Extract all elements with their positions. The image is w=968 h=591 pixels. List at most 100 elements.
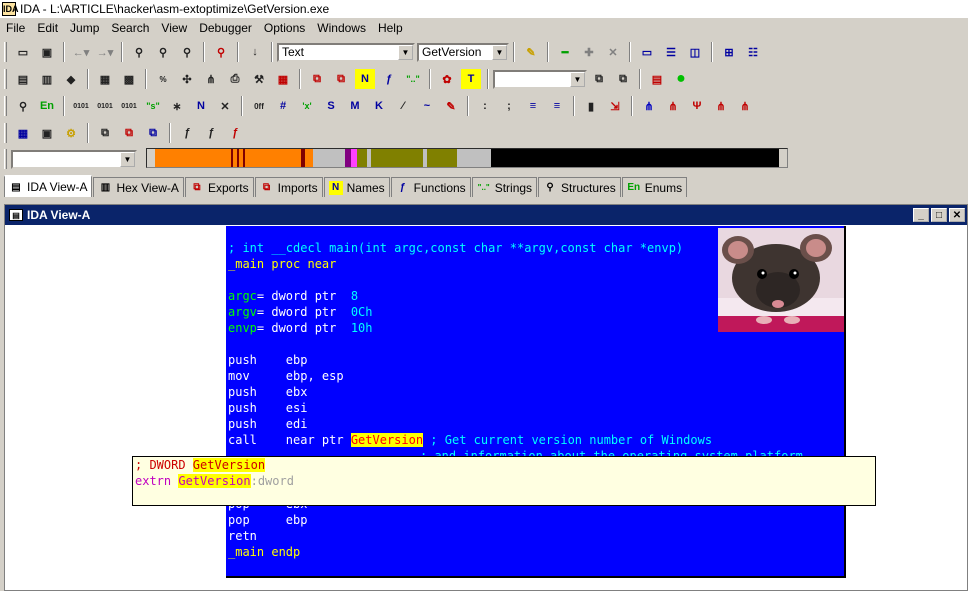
menu-options[interactable]: Options: [258, 21, 311, 35]
char-icon[interactable]: 'x': [297, 96, 317, 116]
toolbar-grip[interactable]: [4, 42, 7, 62]
segment-combo[interactable]: Text ▼: [277, 42, 415, 62]
hex-view-icon[interactable]: ▥: [37, 69, 57, 89]
minimize-button[interactable]: _: [913, 208, 929, 222]
print-icon[interactable]: ⎙: [225, 69, 245, 89]
window-split-icon[interactable]: ◫: [685, 42, 705, 62]
forward-icon[interactable]: →▾: [95, 42, 115, 62]
function-icon[interactable]: ƒ: [177, 123, 197, 143]
minus-icon[interactable]: ━: [555, 42, 575, 62]
menu-search[interactable]: Search: [105, 21, 155, 35]
chevron-down-icon[interactable]: ▼: [492, 44, 507, 60]
menu-help[interactable]: Help: [372, 21, 409, 35]
star-icon[interactable]: ∗: [167, 96, 187, 116]
tab-names[interactable]: N Names: [323, 177, 390, 197]
bookmark-delete-icon[interactable]: ⧉: [613, 69, 633, 89]
tab-enums[interactable]: En Enums: [621, 177, 688, 197]
diamond-icon[interactable]: ◆: [61, 69, 81, 89]
plus-icon[interactable]: ✚: [579, 42, 599, 62]
layout-icon[interactable]: ▩: [119, 69, 139, 89]
graph-xrefs-icon[interactable]: Ψ: [687, 96, 707, 116]
repeat-comment-icon[interactable]: ≡: [547, 96, 567, 116]
endp-label[interactable]: _main: [228, 545, 264, 559]
flow-chart-icon[interactable]: ⇲: [605, 96, 625, 116]
argc-var[interactable]: argc: [228, 289, 257, 303]
text-view-icon[interactable]: ▤: [13, 69, 33, 89]
toolbar-grip[interactable]: [4, 96, 7, 116]
graph-red-icon[interactable]: ⋔: [663, 96, 683, 116]
names-icon[interactable]: N: [355, 69, 375, 89]
ida-view-titlebar[interactable]: ▤ IDA View-A _ □ ✕: [5, 205, 967, 225]
hash-icon[interactable]: #: [273, 96, 293, 116]
name-n-icon[interactable]: N: [191, 96, 211, 116]
chevron-down-icon[interactable]: ▼: [120, 151, 135, 167]
tilde-icon[interactable]: ~: [417, 96, 437, 116]
x-arrows-icon[interactable]: ✣: [177, 69, 197, 89]
strings-icon[interactable]: "..": [403, 69, 423, 89]
calculator-icon[interactable]: ▦: [95, 69, 115, 89]
negate-icon[interactable]: ⁄: [393, 96, 413, 116]
segments-icon[interactable]: ⧉: [119, 123, 139, 143]
toolbar-grip[interactable]: [4, 123, 7, 143]
undefine-icon[interactable]: 0101: [119, 96, 139, 116]
envp-var[interactable]: envp: [228, 321, 257, 335]
graph-user-icon[interactable]: ⋔: [735, 96, 755, 116]
bookmark-icon[interactable]: ⧉: [589, 69, 609, 89]
exports-icon[interactable]: ⧉: [331, 69, 351, 89]
toolbar-grip[interactable]: [4, 69, 7, 89]
percent-icon[interactable]: %: [153, 69, 173, 89]
close-button[interactable]: ✕: [949, 208, 965, 222]
tab-imports[interactable]: ⧉ Imports: [254, 177, 323, 197]
function-edit-icon[interactable]: ƒ: [201, 123, 221, 143]
copy-icon[interactable]: ⧉: [95, 123, 115, 143]
save-icon[interactable]: ▣: [37, 42, 57, 62]
close-icon[interactable]: ✕: [603, 42, 623, 62]
window-tile-icon[interactable]: ☰: [661, 42, 681, 62]
enums-icon[interactable]: En: [37, 96, 57, 116]
palette-icon[interactable]: ▦: [273, 69, 293, 89]
navigation-band[interactable]: [146, 148, 788, 168]
pen-icon[interactable]: ✎: [521, 42, 541, 62]
string-icon[interactable]: "s": [143, 96, 163, 116]
wrench-icon[interactable]: ⚒: [249, 69, 269, 89]
delete-x-icon[interactable]: ✕: [215, 96, 235, 116]
graph-blue-icon[interactable]: ⋔: [639, 96, 659, 116]
gear-icon[interactable]: ⚙: [61, 123, 81, 143]
tab-structures[interactable]: ⚲ Structures: [538, 177, 621, 197]
enum-m-icon[interactable]: M: [345, 96, 365, 116]
toolbar-grip[interactable]: [4, 149, 7, 169]
screen-icon[interactable]: ▣: [37, 123, 57, 143]
binoculars-search-icon[interactable]: ⚲: [129, 42, 149, 62]
tree-icon[interactable]: ⋔: [201, 69, 221, 89]
menu-debugger[interactable]: Debugger: [193, 21, 258, 35]
window-layout-icon[interactable]: ▭: [637, 42, 657, 62]
menu-windows[interactable]: Windows: [311, 21, 372, 35]
tab-hex-view-a[interactable]: ▥ Hex View-A: [93, 177, 184, 197]
nav-combo[interactable]: ▼: [11, 149, 137, 169]
data-icon[interactable]: 0101: [95, 96, 115, 116]
semicolon-icon[interactable]: ;: [499, 96, 519, 116]
chevron-down-icon[interactable]: ▼: [398, 44, 413, 60]
argv-var[interactable]: argv: [228, 305, 257, 319]
calc-icon[interactable]: ▦: [13, 123, 33, 143]
menu-file[interactable]: File: [0, 21, 31, 35]
menu-view[interactable]: View: [155, 21, 193, 35]
open-icon[interactable]: ▭: [13, 42, 33, 62]
bar-chart-icon[interactable]: ▮: [581, 96, 601, 116]
search-next-icon[interactable]: ⚲: [153, 42, 173, 62]
jump-icon[interactable]: ↓: [245, 42, 265, 62]
colon-icon[interactable]: :: [475, 96, 495, 116]
find-combo[interactable]: ▼: [493, 69, 587, 89]
green-status-icon[interactable]: ●: [671, 69, 691, 89]
list-icon[interactable]: ☷: [743, 42, 763, 62]
tab-exports[interactable]: ⧉ Exports: [184, 177, 254, 197]
main-label[interactable]: _main: [228, 257, 264, 271]
back-icon[interactable]: ←▾: [71, 42, 91, 62]
function-end-icon[interactable]: ƒ: [225, 123, 245, 143]
flower-icon[interactable]: ✿: [437, 69, 457, 89]
tab-strings[interactable]: ".." Strings: [471, 177, 538, 197]
chevron-down-icon[interactable]: ▼: [570, 71, 585, 87]
windows-icon[interactable]: ⧉: [143, 123, 163, 143]
segment-s-icon[interactable]: S: [321, 96, 341, 116]
comment-icon[interactable]: ≡: [523, 96, 543, 116]
